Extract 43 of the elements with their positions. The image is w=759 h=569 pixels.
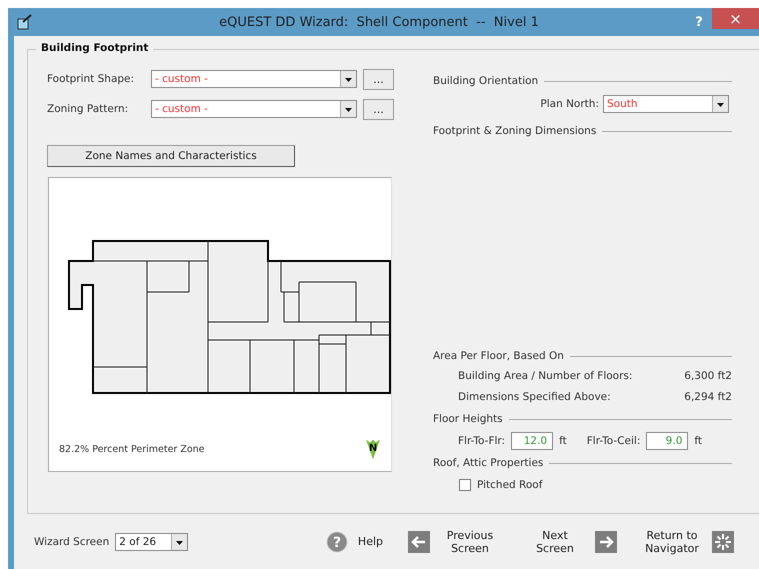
section-title: Building Orientation <box>433 75 538 87</box>
field-label: Flr-To-Flr: <box>458 435 506 447</box>
screen-dropdown[interactable]: 2 of 26 <box>115 532 188 550</box>
browse-button[interactable]: ... <box>363 68 394 90</box>
browse-button[interactable]: ... <box>363 98 394 120</box>
nav-button[interactable]: Return to Navigator <box>642 528 734 554</box>
area-label: Dimensions Specified Above: <box>458 390 611 402</box>
caret-icon <box>712 96 728 112</box>
field-label: Zoning Pattern: <box>47 103 130 115</box>
height-input[interactable]: 9.0 <box>646 432 688 450</box>
group-title: Building Footprint <box>36 42 154 54</box>
checkbox-label: Pitched Roof <box>477 479 542 491</box>
dropdown[interactable]: South <box>603 95 729 113</box>
nav-button[interactable]: Previous Screen <box>408 528 500 554</box>
close-button[interactable]: × <box>712 8 759 29</box>
area-value: 6,300 ft2 <box>684 370 732 382</box>
caret-icon <box>340 71 356 87</box>
field-label: Flr-To-Ceil: <box>586 435 640 447</box>
height-input[interactable]: 12.0 <box>511 432 554 450</box>
nav-button[interactable]: ? Help <box>326 530 383 552</box>
dropdown[interactable]: - custom - <box>151 70 357 88</box>
window-title: eQUEST DD Wizard: Shell Component -- Nivel 1 <box>218 14 540 30</box>
help-icon: ? <box>326 530 348 552</box>
dropdown[interactable]: - custom - <box>151 100 357 118</box>
section-title: Area Per Floor, Based On <box>433 350 564 362</box>
section-title: Floor Heights <box>433 413 503 425</box>
sparkle-icon <box>712 530 734 552</box>
unit-label: ft <box>694 435 702 447</box>
unit-label: ft <box>559 435 567 447</box>
zone-names-button[interactable]: Zone Names and Characteristics <box>47 145 295 167</box>
plan-caption: 82.2% Percent Perimeter Zone <box>59 444 205 455</box>
area-label: Building Area / Number of Floors: <box>458 370 632 382</box>
section-title: Footprint & Zoning Dimensions <box>433 125 596 137</box>
caret-icon <box>340 101 356 117</box>
caret-icon <box>171 534 188 550</box>
field-label: Plan North: <box>540 98 599 110</box>
area-value: 6,294 ft2 <box>684 390 732 402</box>
section-title: Roof, Attic Properties <box>433 457 544 469</box>
wizard-screen-label: Wizard Screen <box>34 536 110 548</box>
field-label: Footprint Shape: <box>47 73 136 85</box>
nav-button[interactable]: Next Screen <box>525 528 617 554</box>
app-icon <box>16 14 32 30</box>
checkbox[interactable] <box>459 479 471 491</box>
